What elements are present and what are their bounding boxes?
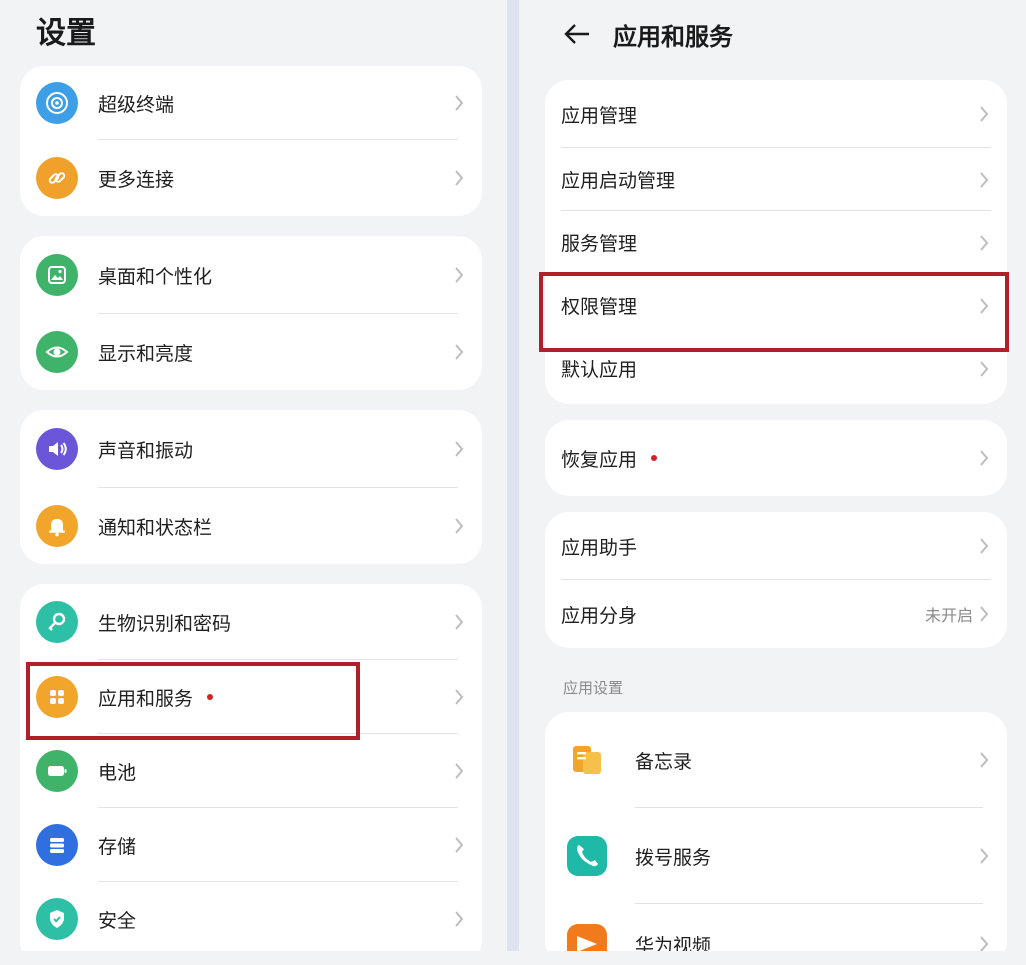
header: 应用和服务 [559, 14, 733, 54]
menu-item-label: 权限管理 [561, 296, 638, 318]
system-nav-bar [0, 951, 1026, 965]
chevron-right-icon [455, 837, 464, 853]
apps-group-assistant: 应用助手 应用分身 未开启 [545, 512, 1007, 648]
menu-item-service-management[interactable]: 服务管理 [545, 211, 1007, 274]
menu-item-label: 应用管理 [561, 104, 638, 127]
chevron-right-icon [980, 171, 989, 188]
super-device-icon [36, 82, 78, 124]
status-value: 未开启 [924, 606, 973, 625]
settings-group-security: 生物识别和密码 应用和服务 电池 存储 安全 [20, 584, 482, 965]
settings-item-biometrics[interactable]: 生物识别和密码 [20, 584, 482, 660]
chevron-right-icon [455, 267, 464, 283]
settings-item-label: 更多连接 [98, 168, 175, 191]
chevron-right-icon [980, 538, 989, 554]
settings-group-sound: 声音和振动 通知和状态栏 [20, 410, 482, 564]
app-item-label: 备忘录 [635, 750, 693, 773]
notification-dot [207, 694, 214, 700]
settings-item-home-screen[interactable]: 桌面和个性化 [20, 236, 482, 314]
chevron-right-icon [980, 752, 989, 768]
apps-services-pane: 应用和服务 应用管理 应用启动管理 服务管理 权限管理 默认应用 恢复应用 应用… [519, 0, 1026, 965]
chevron-right-icon [980, 450, 989, 466]
app-item-label: 拨号服务 [635, 846, 712, 869]
settings-item-label: 存储 [98, 835, 137, 858]
settings-item-label: 应用和服务 [98, 687, 194, 710]
apps-group-app-settings: 备忘录 拨号服务 华为视频 [545, 712, 1007, 965]
notification-dot [651, 455, 658, 461]
chevron-right-icon [455, 170, 464, 186]
eye-icon [36, 331, 78, 373]
menu-item-permission-management[interactable]: 权限管理 [545, 274, 1007, 337]
chevron-right-icon [455, 441, 464, 457]
storage-icon [36, 824, 78, 866]
wallpaper-icon [36, 254, 78, 296]
menu-item-label: 恢复应用 [561, 448, 638, 471]
chevron-right-icon [980, 106, 989, 122]
settings-group-connectivity: 超级终端 更多连接 [20, 66, 482, 216]
app-item-dialer[interactable]: 拨号服务 [545, 808, 1007, 904]
apps-icon [36, 676, 78, 718]
settings-item-storage[interactable]: 存储 [20, 808, 482, 882]
chevron-right-icon [455, 763, 464, 779]
chevron-right-icon [980, 360, 989, 377]
section-header: 应用设置 [563, 679, 624, 697]
menu-item-app-launch[interactable]: 应用启动管理 [545, 148, 1007, 211]
apps-group-restore: 恢复应用 [545, 420, 1007, 496]
chevron-right-icon [455, 689, 464, 705]
settings-item-label: 电池 [98, 761, 137, 784]
settings-item-label: 显示和亮度 [98, 342, 194, 365]
settings-item-sound[interactable]: 声音和振动 [20, 410, 482, 488]
chevron-right-icon [455, 344, 464, 360]
chevron-right-icon [455, 911, 464, 927]
page-title: 应用和服务 [613, 22, 733, 51]
chevron-right-icon [455, 518, 464, 534]
chevron-right-icon [980, 848, 989, 864]
menu-item-app-management[interactable]: 应用管理 [545, 80, 1007, 148]
settings-pane: 设置 超级终端 更多连接 桌面和个性化 显示和亮度 声音和振动 通知和状态栏 生… [0, 0, 507, 965]
settings-item-notifications[interactable]: 通知和状态栏 [20, 488, 482, 564]
menu-item-label: 应用助手 [561, 536, 638, 559]
shield-icon [36, 898, 78, 940]
settings-item-label: 安全 [98, 909, 137, 932]
settings-item-more-connections[interactable]: 更多连接 [20, 140, 482, 216]
menu-item-restore-apps[interactable]: 恢复应用 [545, 420, 1007, 496]
settings-item-label: 超级终端 [98, 93, 175, 116]
menu-item-app-assistant[interactable]: 应用助手 [545, 512, 1007, 580]
chevron-right-icon [455, 614, 464, 630]
page-title: 设置 [36, 16, 96, 51]
settings-item-super-device[interactable]: 超级终端 [20, 66, 482, 140]
split-divider [507, 0, 519, 965]
settings-item-display[interactable]: 显示和亮度 [20, 314, 482, 390]
settings-item-label: 生物识别和密码 [98, 612, 232, 635]
settings-item-apps-services[interactable]: 应用和服务 [20, 660, 482, 734]
menu-item-label: 默认应用 [561, 359, 638, 381]
menu-item-label: 应用启动管理 [561, 170, 676, 192]
settings-item-battery[interactable]: 电池 [20, 734, 482, 808]
menu-item-label: 应用分身 [561, 604, 638, 627]
menu-item-app-twin[interactable]: 应用分身 未开启 [545, 580, 1007, 648]
apps-group-management: 应用管理 应用启动管理 服务管理 权限管理 默认应用 [545, 80, 1007, 404]
battery-icon [36, 750, 78, 792]
chevron-right-icon [980, 606, 989, 622]
bell-icon [36, 505, 78, 547]
back-arrow-icon[interactable] [559, 16, 595, 52]
chevron-right-icon [455, 95, 464, 111]
settings-item-label: 桌面和个性化 [98, 265, 213, 288]
chevron-right-icon [980, 297, 989, 314]
menu-item-label: 服务管理 [561, 233, 638, 255]
settings-item-security[interactable]: 安全 [20, 882, 482, 956]
settings-group-display: 桌面和个性化 显示和亮度 [20, 236, 482, 390]
key-icon [36, 601, 78, 643]
phone-icon [565, 834, 609, 878]
menu-item-default-apps[interactable]: 默认应用 [545, 337, 1007, 400]
app-item-notepad[interactable]: 备忘录 [545, 712, 1007, 808]
speaker-icon [36, 428, 78, 470]
notepad-icon [565, 738, 609, 782]
link-icon [36, 157, 78, 199]
settings-item-label: 声音和振动 [98, 439, 194, 462]
chevron-right-icon [980, 234, 989, 251]
settings-item-label: 通知和状态栏 [98, 516, 213, 539]
